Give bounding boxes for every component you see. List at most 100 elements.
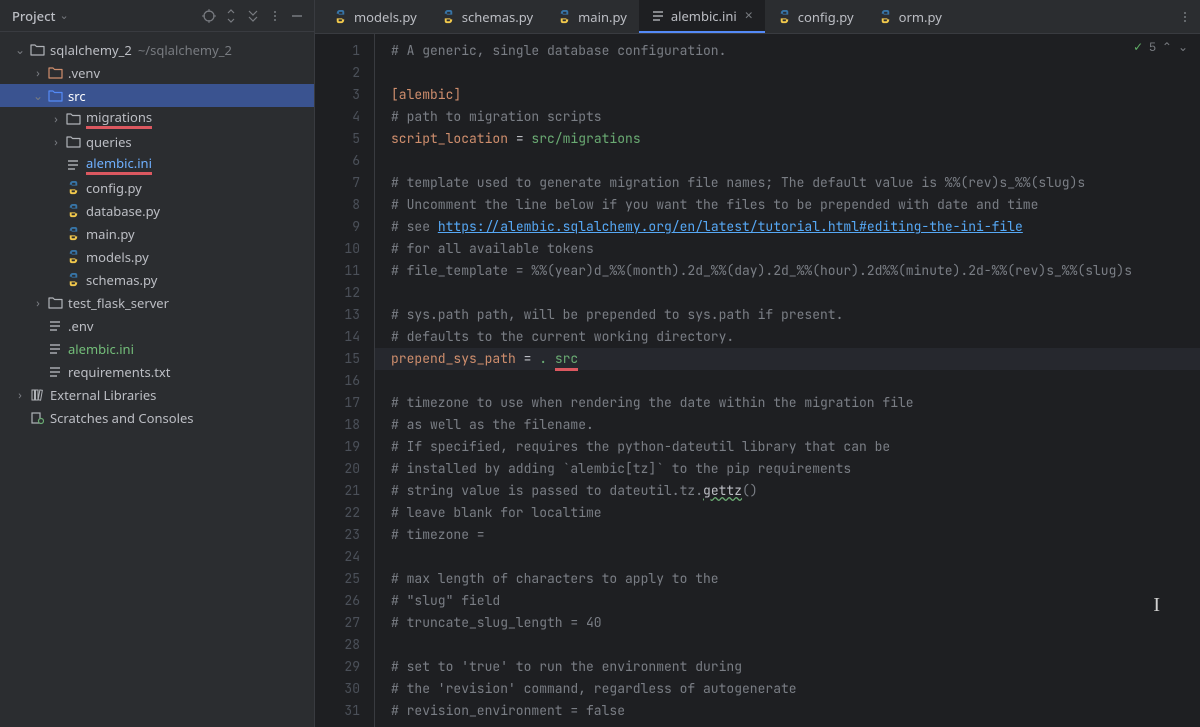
code-line[interactable]: # leave blank for localtime xyxy=(391,502,1200,524)
code-line[interactable]: # truncate_slug_length = 40 xyxy=(391,612,1200,634)
tree-arrow-icon[interactable] xyxy=(30,294,46,311)
line-number[interactable]: 8 xyxy=(315,194,360,216)
locate-icon[interactable] xyxy=(198,5,220,27)
tree-item[interactable]: schemas.py xyxy=(0,268,314,291)
line-number[interactable]: 32 xyxy=(315,722,360,727)
code-editor[interactable]: ✓ 5 ⌃ ⌄ 12345678910111213141516171819202… xyxy=(315,34,1200,727)
tree-item[interactable]: .venv xyxy=(0,61,314,84)
tab-more-options-icon[interactable] xyxy=(1170,0,1200,33)
line-number[interactable]: 5 xyxy=(315,128,360,150)
line-number[interactable]: 12 xyxy=(315,282,360,304)
tree-item[interactable]: database.py xyxy=(0,199,314,222)
tree-item[interactable]: alembic.ini xyxy=(0,153,314,176)
line-number[interactable]: 11 xyxy=(315,260,360,282)
code-line[interactable]: # timezone = xyxy=(391,524,1200,546)
project-title[interactable]: Project ⌄ xyxy=(12,7,69,25)
more-options-icon[interactable] xyxy=(264,5,286,27)
tree-arrow-icon[interactable] xyxy=(30,87,46,104)
tree-item[interactable]: config.py xyxy=(0,176,314,199)
code-line[interactable]: # for all available tokens xyxy=(391,238,1200,260)
line-number[interactable]: 9 xyxy=(315,216,360,238)
code-line[interactable] xyxy=(391,722,1200,727)
code-line[interactable]: # max length of characters to apply to t… xyxy=(391,568,1200,590)
code-line[interactable]: # the 'revision' command, regardless of … xyxy=(391,678,1200,700)
editor-tab[interactable]: models.py xyxy=(321,0,429,33)
tree-arrow-icon[interactable] xyxy=(12,41,28,58)
line-number[interactable]: 26 xyxy=(315,590,360,612)
editor-tab[interactable]: main.py xyxy=(545,0,639,33)
code-line[interactable]: # Uncomment the line below if you want t… xyxy=(391,194,1200,216)
code-content[interactable]: # A generic, single database configurati… xyxy=(375,34,1200,727)
tree-item[interactable]: .env xyxy=(0,314,314,337)
code-line[interactable]: # If specified, requires the python-date… xyxy=(391,436,1200,458)
tree-arrow-icon[interactable] xyxy=(48,110,64,127)
line-number[interactable]: 19 xyxy=(315,436,360,458)
line-number[interactable]: 30 xyxy=(315,678,360,700)
code-line[interactable]: prepend_sys_path = . src xyxy=(375,348,1200,370)
tree-item[interactable]: alembic.ini xyxy=(0,337,314,360)
line-number[interactable]: 10 xyxy=(315,238,360,260)
line-number[interactable]: 24 xyxy=(315,546,360,568)
code-line[interactable]: # see https://alembic.sqlalchemy.org/en/… xyxy=(391,216,1200,238)
editor-tab[interactable]: alembic.ini× xyxy=(639,0,765,33)
tree-arrow-icon[interactable] xyxy=(30,64,46,81)
code-line[interactable]: # A generic, single database configurati… xyxy=(391,40,1200,62)
tree-item[interactable]: main.py xyxy=(0,222,314,245)
inspection-widget[interactable]: ✓ 5 ⌃ ⌄ xyxy=(1133,40,1188,54)
code-line[interactable]: # string value is passed to dateutil.tz.… xyxy=(391,480,1200,502)
code-line[interactable]: # file_template = %%(year)d_%%(month).2d… xyxy=(391,260,1200,282)
code-line[interactable]: script_location = src/migrations xyxy=(391,128,1200,150)
editor-tab[interactable]: schemas.py xyxy=(429,0,545,33)
line-number[interactable]: 22 xyxy=(315,502,360,524)
line-number[interactable]: 28 xyxy=(315,634,360,656)
line-gutter[interactable]: 1234567891011121314151617181920212223242… xyxy=(315,34,375,727)
prev-problem-icon[interactable]: ⌃ xyxy=(1162,40,1172,54)
code-line[interactable] xyxy=(391,62,1200,84)
code-line[interactable]: # revision_environment = false xyxy=(391,700,1200,722)
tree-item[interactable]: models.py xyxy=(0,245,314,268)
expand-collapse-icon[interactable] xyxy=(220,5,242,27)
code-line[interactable] xyxy=(391,634,1200,656)
line-number[interactable]: 23 xyxy=(315,524,360,546)
line-number[interactable]: 27 xyxy=(315,612,360,634)
line-number[interactable]: 1 xyxy=(315,40,360,62)
code-line[interactable]: # timezone to use when rendering the dat… xyxy=(391,392,1200,414)
code-line[interactable] xyxy=(391,282,1200,304)
code-line[interactable] xyxy=(391,370,1200,392)
tree-arrow-icon[interactable] xyxy=(12,386,28,403)
tree-item[interactable]: test_flask_server xyxy=(0,291,314,314)
close-tab-icon[interactable]: × xyxy=(745,6,753,25)
code-line[interactable]: # path to migration scripts xyxy=(391,106,1200,128)
tree-item[interactable]: migrations xyxy=(0,107,314,130)
editor-tab[interactable]: config.py xyxy=(765,0,866,33)
line-number[interactable]: 17 xyxy=(315,392,360,414)
line-number[interactable]: 20 xyxy=(315,458,360,480)
line-number[interactable]: 4 xyxy=(315,106,360,128)
code-line[interactable]: # defaults to the current working direct… xyxy=(391,326,1200,348)
line-number[interactable]: 25 xyxy=(315,568,360,590)
code-line[interactable]: # as well as the filename. xyxy=(391,414,1200,436)
code-line[interactable] xyxy=(391,150,1200,172)
line-number[interactable]: 2 xyxy=(315,62,360,84)
line-number[interactable]: 16 xyxy=(315,370,360,392)
tree-item[interactable]: Scratches and Consoles xyxy=(0,406,314,429)
code-line[interactable]: # set to 'true' to run the environment d… xyxy=(391,656,1200,678)
code-line[interactable]: [alembic] xyxy=(391,84,1200,106)
next-problem-icon[interactable]: ⌄ xyxy=(1178,40,1188,54)
line-number[interactable]: 29 xyxy=(315,656,360,678)
collapse-all-icon[interactable] xyxy=(242,5,264,27)
line-number[interactable]: 15 xyxy=(315,348,360,370)
code-line[interactable]: # template used to generate migration fi… xyxy=(391,172,1200,194)
tree-arrow-icon[interactable] xyxy=(48,133,64,150)
tree-item[interactable]: queries xyxy=(0,130,314,153)
line-number[interactable]: 31 xyxy=(315,700,360,722)
tree-item[interactable]: src xyxy=(0,84,314,107)
code-line[interactable]: # "slug" field xyxy=(391,590,1200,612)
hide-toolwindow-icon[interactable] xyxy=(286,5,308,27)
line-number[interactable]: 13 xyxy=(315,304,360,326)
line-number[interactable]: 3 xyxy=(315,84,360,106)
line-number[interactable]: 21 xyxy=(315,480,360,502)
editor-tab[interactable]: orm.py xyxy=(866,0,954,33)
tree-item[interactable]: sqlalchemy_2~/sqlalchemy_2 xyxy=(0,38,314,61)
tree-item[interactable]: requirements.txt xyxy=(0,360,314,383)
